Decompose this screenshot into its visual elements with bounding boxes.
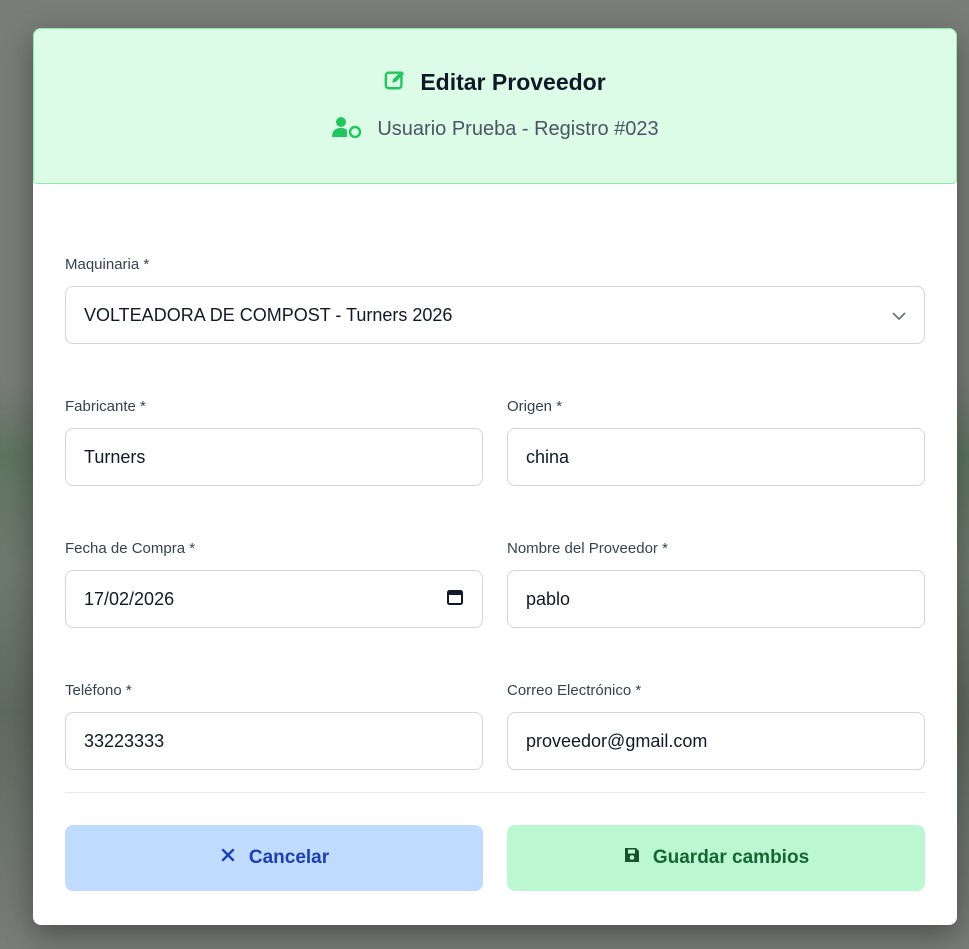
row-fabricante-origen: Fabricante * Turners Origen * china bbox=[65, 398, 925, 486]
telefono-value: 33223333 bbox=[84, 730, 165, 751]
fabricante-label: Fabricante * bbox=[65, 398, 146, 415]
fecha-compra-input[interactable]: 17/02/2026 bbox=[65, 570, 483, 628]
save-icon bbox=[623, 846, 641, 870]
nombre-proveedor-group: Nombre del Proveedor * pablo bbox=[507, 540, 925, 628]
correo-group: Correo Electrónico * proveedor@gmail.com bbox=[507, 682, 925, 770]
chevron-down-icon bbox=[892, 305, 906, 326]
cancel-label: Cancelar bbox=[248, 847, 330, 868]
title-row: Editar Proveedor bbox=[384, 69, 606, 96]
modal-header: Editar Proveedor Usuario Prueba - Regist… bbox=[33, 28, 957, 184]
maquinaria-group: Maquinaria * VOLTEADORA DE COMPOST - Tur… bbox=[65, 256, 925, 344]
correo-value: proveedor@gmail.com bbox=[526, 730, 708, 751]
fecha-compra-group: Fecha de Compra * 17/02/2026 bbox=[65, 540, 483, 628]
modal-subtitle: Usuario Prueba - Registro #023 bbox=[377, 118, 659, 140]
fabricante-group: Fabricante * Turners bbox=[65, 398, 483, 486]
modal-title: Editar Proveedor bbox=[420, 69, 606, 95]
fecha-compra-label: Fecha de Compra * bbox=[65, 540, 196, 557]
cancel-button[interactable]: Cancelar bbox=[65, 825, 483, 891]
correo-label: Correo Electrónico * bbox=[507, 682, 642, 699]
nombre-proveedor-input[interactable]: pablo bbox=[507, 570, 925, 628]
supplier-form: Maquinaria * VOLTEADORA DE COMPOST - Tur… bbox=[33, 256, 957, 891]
origen-group: Origen * china bbox=[507, 398, 925, 486]
maquinaria-value: VOLTEADORA DE COMPOST - Turners 2026 bbox=[84, 304, 453, 325]
user-shield-icon bbox=[331, 116, 363, 143]
save-button[interactable]: Guardar cambios bbox=[507, 825, 925, 891]
telefono-input[interactable]: 33223333 bbox=[65, 712, 483, 770]
telefono-group: Teléfono * 33223333 bbox=[65, 682, 483, 770]
correo-input[interactable]: proveedor@gmail.com bbox=[507, 712, 925, 770]
fabricante-value: Turners bbox=[84, 446, 146, 467]
close-icon bbox=[219, 846, 237, 870]
edit-icon bbox=[384, 69, 406, 96]
nombre-proveedor-value: pablo bbox=[526, 588, 571, 609]
save-label: Guardar cambios bbox=[652, 847, 810, 868]
row-fecha-proveedor: Fecha de Compra * 17/02/2026 Nombre del … bbox=[65, 540, 925, 628]
maquinaria-select[interactable]: VOLTEADORA DE COMPOST - Turners 2026 bbox=[65, 286, 925, 344]
edit-supplier-modal: Editar Proveedor Usuario Prueba - Regist… bbox=[33, 28, 957, 925]
divider bbox=[65, 792, 925, 793]
fecha-compra-value: 17/02/2026 bbox=[84, 588, 175, 609]
subtitle-row: Usuario Prueba - Registro #023 bbox=[331, 116, 659, 143]
row-telefono-correo: Teléfono * 33223333 Correo Electrónico *… bbox=[65, 682, 925, 770]
fabricante-input[interactable]: Turners bbox=[65, 428, 483, 486]
origen-value: china bbox=[526, 446, 570, 467]
nombre-proveedor-label: Nombre del Proveedor * bbox=[507, 540, 668, 557]
telefono-label: Teléfono * bbox=[65, 682, 132, 699]
calendar-icon[interactable] bbox=[446, 588, 464, 611]
maquinaria-label: Maquinaria * bbox=[65, 256, 150, 273]
origen-input[interactable]: china bbox=[507, 428, 925, 486]
origen-label: Origen * bbox=[507, 398, 563, 415]
form-actions: Cancelar Guardar cambios bbox=[65, 825, 925, 891]
